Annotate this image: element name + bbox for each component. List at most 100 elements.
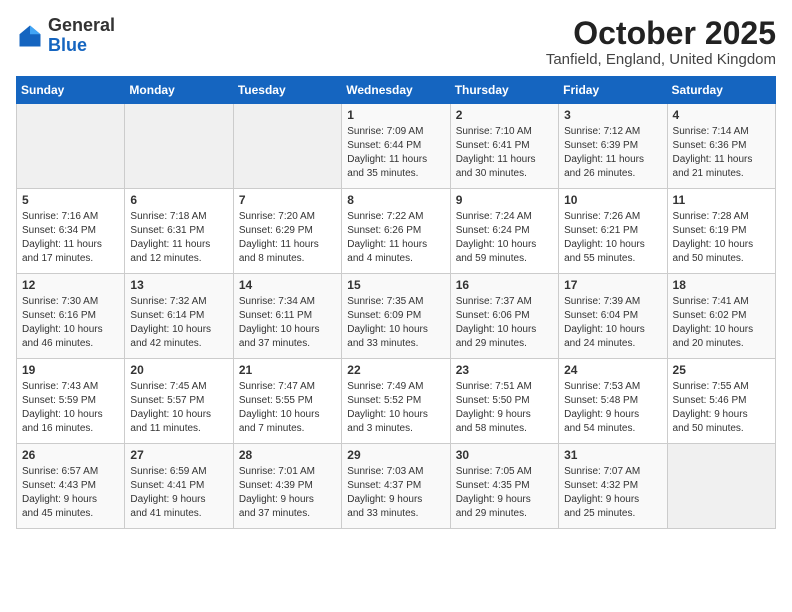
cell-content: Sunrise: 7:07 AM Sunset: 4:32 PM Dayligh…	[564, 465, 661, 521]
calendar-cell	[667, 444, 775, 529]
day-number: 3	[564, 108, 661, 122]
day-number: 22	[347, 363, 444, 377]
day-number: 17	[564, 278, 661, 292]
calendar-cell: 5 Sunrise: 7:16 AM Sunset: 6:34 PM Daylig…	[17, 189, 125, 274]
cell-content: Sunrise: 7:20 AM Sunset: 6:29 PM Dayligh…	[239, 210, 336, 266]
page-header: General Blue October 2025 Tanfield, Engl…	[16, 16, 776, 68]
cell-content: Sunrise: 7:37 AM Sunset: 6:06 PM Dayligh…	[456, 295, 553, 351]
cell-content: Sunrise: 7:51 AM Sunset: 5:50 PM Dayligh…	[456, 380, 553, 436]
calendar-cell: 12 Sunrise: 7:30 AM Sunset: 6:16 PM Dayli…	[17, 274, 125, 359]
cell-content: Sunrise: 7:10 AM Sunset: 6:41 PM Dayligh…	[456, 125, 553, 181]
calendar-cell	[17, 104, 125, 189]
cell-content: Sunrise: 7:39 AM Sunset: 6:04 PM Dayligh…	[564, 295, 661, 351]
day-number: 9	[456, 193, 553, 207]
calendar-week-row: 12 Sunrise: 7:30 AM Sunset: 6:16 PM Dayli…	[17, 274, 776, 359]
calendar-cell: 18Sunrise: 7:41 AM Sunset: 6:02 PM Dayli…	[667, 274, 775, 359]
day-number: 1	[347, 108, 444, 122]
calendar-cell: 26Sunrise: 6:57 AM Sunset: 4:43 PM Dayli…	[17, 444, 125, 529]
cell-content: Sunrise: 7:45 AM Sunset: 5:57 PM Dayligh…	[130, 380, 227, 436]
day-number: 23	[456, 363, 553, 377]
cell-content: Sunrise: 7:24 AM Sunset: 6:24 PM Dayligh…	[456, 210, 553, 266]
weekday-header-row: SundayMondayTuesdayWednesdayThursdayFrid…	[17, 77, 776, 104]
calendar-table: SundayMondayTuesdayWednesdayThursdayFrid…	[16, 76, 776, 529]
calendar-cell	[233, 104, 341, 189]
cell-content: Sunrise: 7:16 AM Sunset: 6:34 PM Dayligh…	[22, 210, 119, 266]
cell-content: Sunrise: 7:09 AM Sunset: 6:44 PM Dayligh…	[347, 125, 444, 181]
logo-text: General Blue	[48, 16, 115, 56]
calendar-cell: 31 Sunrise: 7:07 AM Sunset: 4:32 PM Dayli…	[559, 444, 667, 529]
calendar-cell: 15 Sunrise: 7:35 AM Sunset: 6:09 PM Dayli…	[342, 274, 450, 359]
calendar-cell: 28 Sunrise: 7:01 AM Sunset: 4:39 PM Dayli…	[233, 444, 341, 529]
cell-content: Sunrise: 7:30 AM Sunset: 6:16 PM Dayligh…	[22, 295, 119, 351]
cell-content: Sunrise: 7:49 AM Sunset: 5:52 PM Dayligh…	[347, 380, 444, 436]
calendar-cell: 16 Sunrise: 7:37 AM Sunset: 6:06 PM Dayli…	[450, 274, 558, 359]
calendar-cell: 17 Sunrise: 7:39 AM Sunset: 6:04 PM Dayli…	[559, 274, 667, 359]
calendar-cell: 7 Sunrise: 7:20 AM Sunset: 6:29 PM Daylig…	[233, 189, 341, 274]
calendar-cell: 8Sunrise: 7:22 AM Sunset: 6:26 PM Daylig…	[342, 189, 450, 274]
calendar-week-row: 26Sunrise: 6:57 AM Sunset: 4:43 PM Dayli…	[17, 444, 776, 529]
day-number: 28	[239, 448, 336, 462]
calendar-cell: 23 Sunrise: 7:51 AM Sunset: 5:50 PM Dayli…	[450, 359, 558, 444]
day-number: 7	[239, 193, 336, 207]
calendar-cell: 6 Sunrise: 7:18 AM Sunset: 6:31 PM Daylig…	[125, 189, 233, 274]
calendar-cell: 30 Sunrise: 7:05 AM Sunset: 4:35 PM Dayli…	[450, 444, 558, 529]
weekday-header: Friday	[559, 77, 667, 104]
day-number: 31	[564, 448, 661, 462]
calendar-cell: 3 Sunrise: 7:12 AM Sunset: 6:39 PM Daylig…	[559, 104, 667, 189]
day-number: 10	[564, 193, 661, 207]
day-number: 14	[239, 278, 336, 292]
cell-content: Sunrise: 7:41 AM Sunset: 6:02 PM Dayligh…	[673, 295, 770, 351]
day-number: 6	[130, 193, 227, 207]
weekday-header: Saturday	[667, 77, 775, 104]
cell-content: Sunrise: 7:26 AM Sunset: 6:21 PM Dayligh…	[564, 210, 661, 266]
day-number: 30	[456, 448, 553, 462]
day-number: 16	[456, 278, 553, 292]
cell-content: Sunrise: 7:35 AM Sunset: 6:09 PM Dayligh…	[347, 295, 444, 351]
cell-content: Sunrise: 7:14 AM Sunset: 6:36 PM Dayligh…	[673, 125, 770, 181]
day-number: 8	[347, 193, 444, 207]
calendar-cell: 29Sunrise: 7:03 AM Sunset: 4:37 PM Dayli…	[342, 444, 450, 529]
day-number: 13	[130, 278, 227, 292]
cell-content: Sunrise: 7:01 AM Sunset: 4:39 PM Dayligh…	[239, 465, 336, 521]
cell-content: Sunrise: 7:34 AM Sunset: 6:11 PM Dayligh…	[239, 295, 336, 351]
cell-content: Sunrise: 6:59 AM Sunset: 4:41 PM Dayligh…	[130, 465, 227, 521]
calendar-cell: 13 Sunrise: 7:32 AM Sunset: 6:14 PM Dayli…	[125, 274, 233, 359]
weekday-header: Thursday	[450, 77, 558, 104]
location: Tanfield, England, United Kingdom	[546, 51, 776, 68]
day-number: 24	[564, 363, 661, 377]
calendar-cell: 27 Sunrise: 6:59 AM Sunset: 4:41 PM Dayli…	[125, 444, 233, 529]
calendar-cell: 1 Sunrise: 7:09 AM Sunset: 6:44 PM Daylig…	[342, 104, 450, 189]
cell-content: Sunrise: 7:05 AM Sunset: 4:35 PM Dayligh…	[456, 465, 553, 521]
calendar-cell: 10 Sunrise: 7:26 AM Sunset: 6:21 PM Dayli…	[559, 189, 667, 274]
logo: General Blue	[16, 16, 115, 56]
calendar-cell: 21 Sunrise: 7:47 AM Sunset: 5:55 PM Dayli…	[233, 359, 341, 444]
day-number: 12	[22, 278, 119, 292]
day-number: 2	[456, 108, 553, 122]
cell-content: Sunrise: 6:57 AM Sunset: 4:43 PM Dayligh…	[22, 465, 119, 521]
calendar-cell: 2 Sunrise: 7:10 AM Sunset: 6:41 PM Daylig…	[450, 104, 558, 189]
day-number: 25	[673, 363, 770, 377]
weekday-header: Tuesday	[233, 77, 341, 104]
cell-content: Sunrise: 7:43 AM Sunset: 5:59 PM Dayligh…	[22, 380, 119, 436]
day-number: 5	[22, 193, 119, 207]
day-number: 21	[239, 363, 336, 377]
cell-content: Sunrise: 7:32 AM Sunset: 6:14 PM Dayligh…	[130, 295, 227, 351]
cell-content: Sunrise: 7:12 AM Sunset: 6:39 PM Dayligh…	[564, 125, 661, 181]
day-number: 27	[130, 448, 227, 462]
day-number: 11	[673, 193, 770, 207]
day-number: 15	[347, 278, 444, 292]
calendar-week-row: 19 Sunrise: 7:43 AM Sunset: 5:59 PM Dayli…	[17, 359, 776, 444]
month-title: October 2025	[546, 16, 776, 51]
cell-content: Sunrise: 7:47 AM Sunset: 5:55 PM Dayligh…	[239, 380, 336, 436]
weekday-header: Monday	[125, 77, 233, 104]
weekday-header: Wednesday	[342, 77, 450, 104]
calendar-cell: 24Sunrise: 7:53 AM Sunset: 5:48 PM Dayli…	[559, 359, 667, 444]
cell-content: Sunrise: 7:55 AM Sunset: 5:46 PM Dayligh…	[673, 380, 770, 436]
cell-content: Sunrise: 7:18 AM Sunset: 6:31 PM Dayligh…	[130, 210, 227, 266]
weekday-header: Sunday	[17, 77, 125, 104]
calendar-cell	[125, 104, 233, 189]
day-number: 19	[22, 363, 119, 377]
calendar-cell: 4Sunrise: 7:14 AM Sunset: 6:36 PM Daylig…	[667, 104, 775, 189]
title-block: October 2025 Tanfield, England, United K…	[546, 16, 776, 68]
calendar-week-row: 5 Sunrise: 7:16 AM Sunset: 6:34 PM Daylig…	[17, 189, 776, 274]
